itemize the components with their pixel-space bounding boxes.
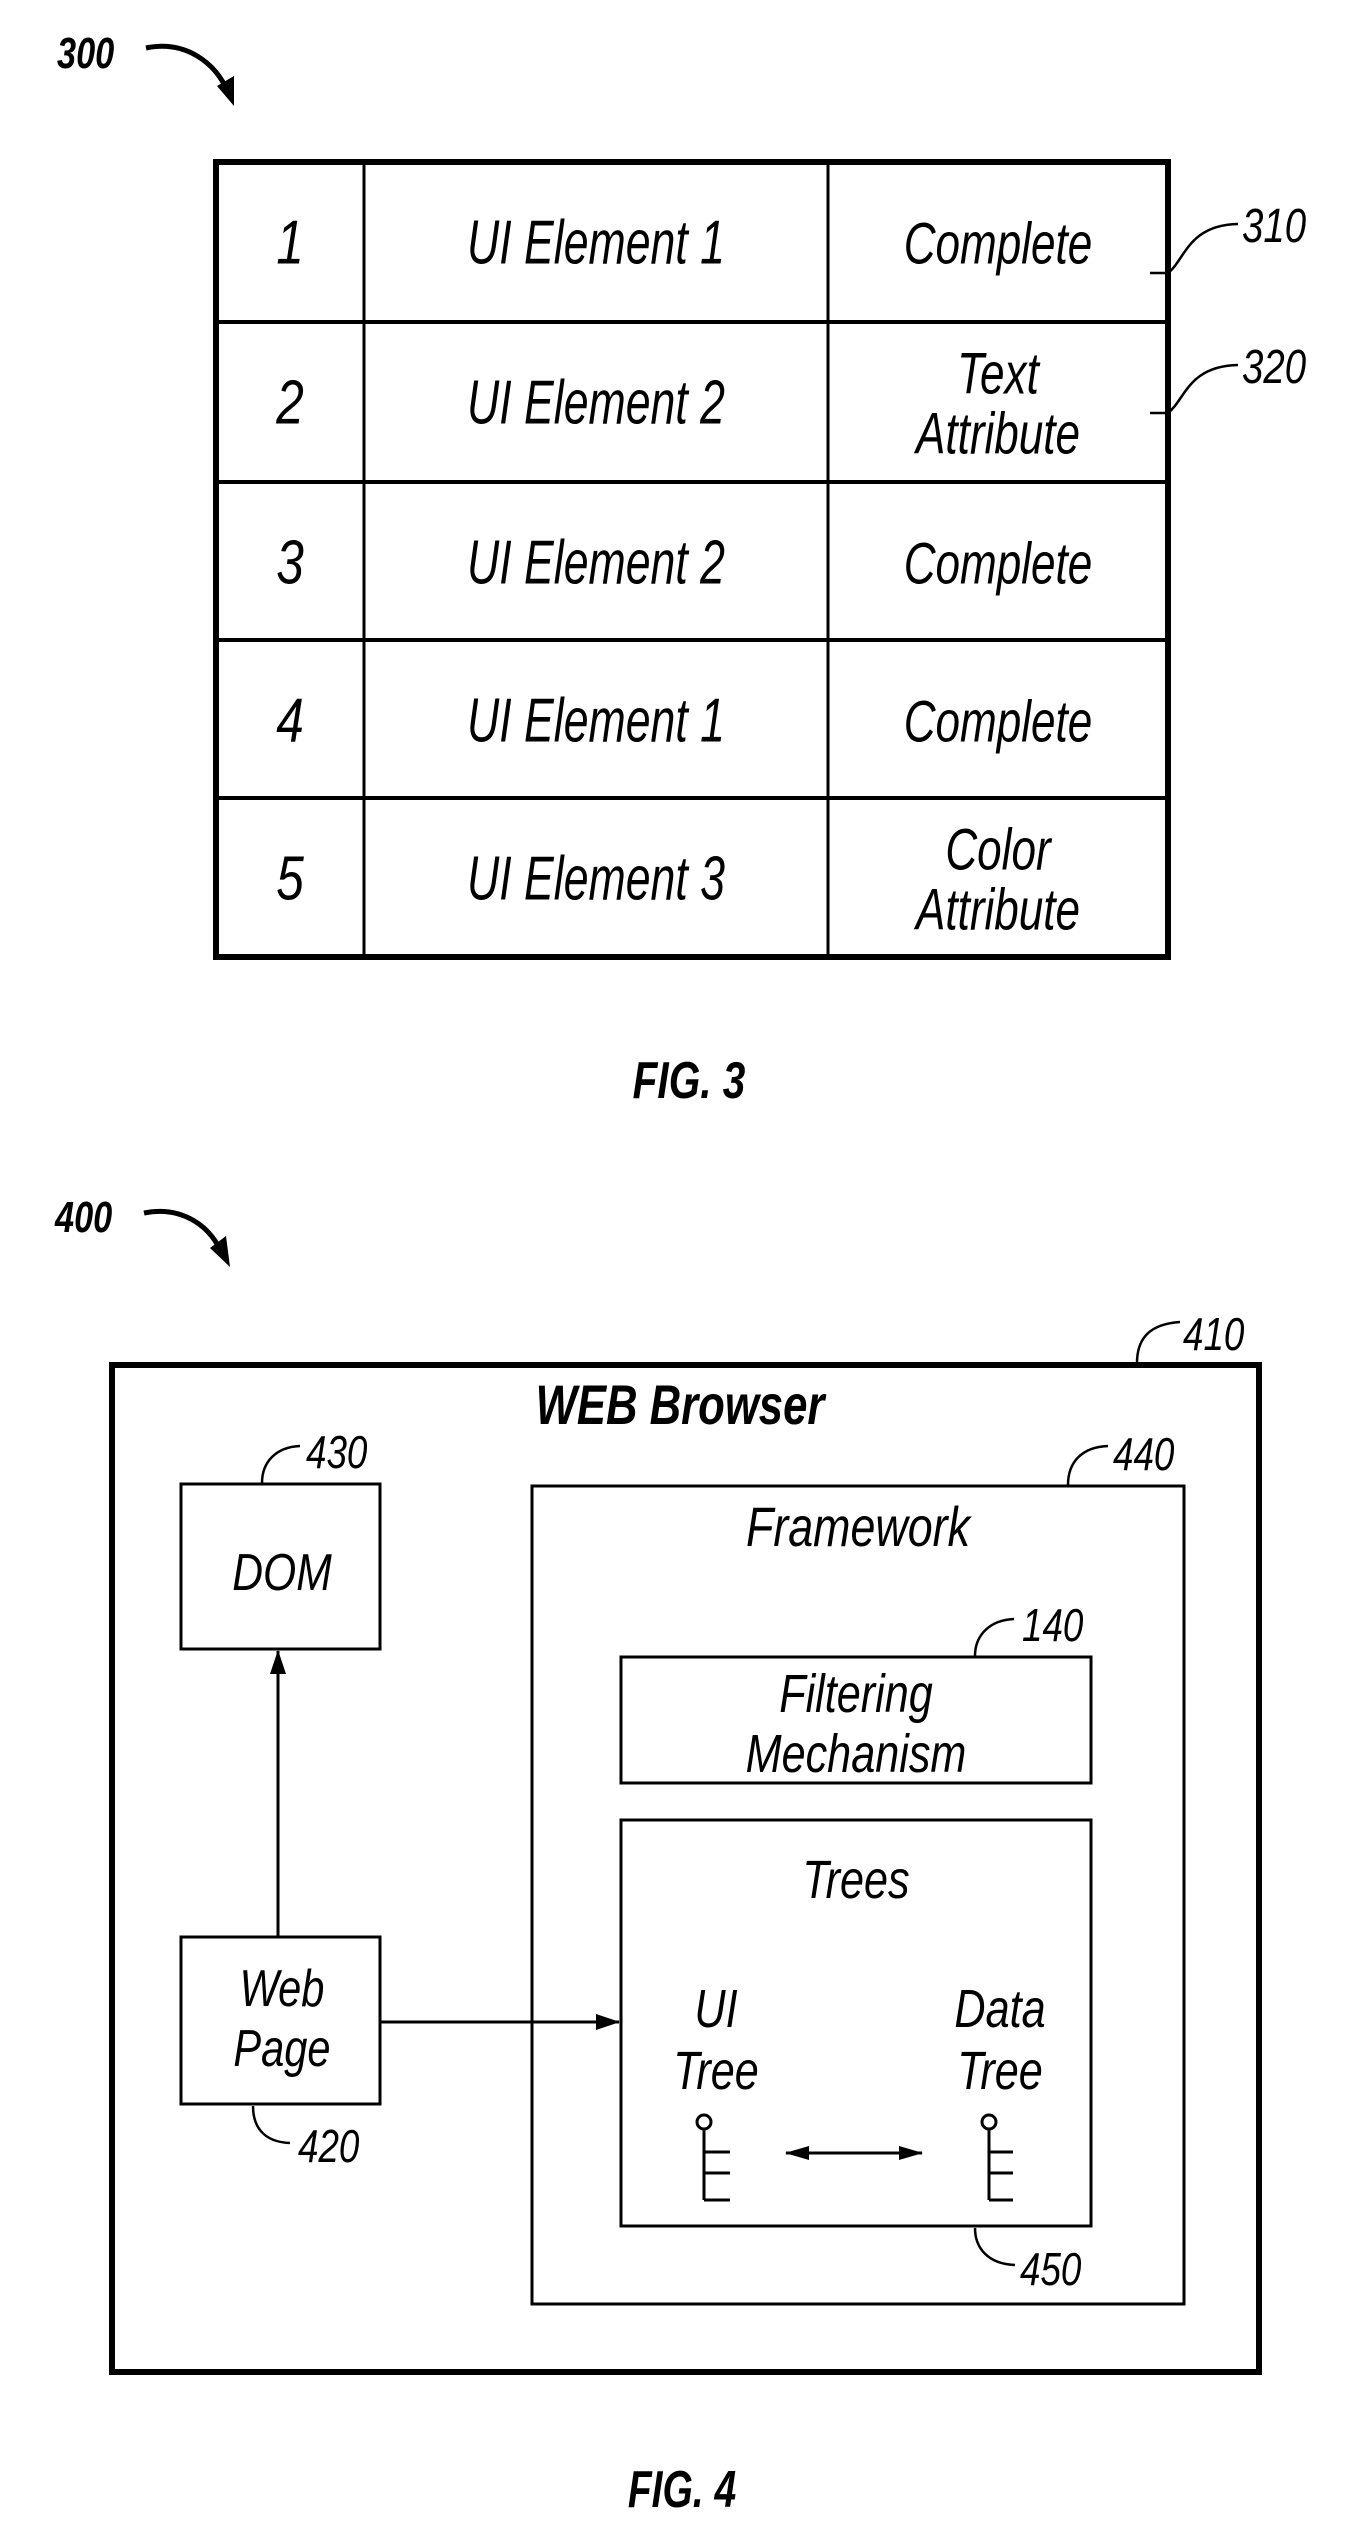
ui-element-cell: UI Element 1	[467, 686, 725, 755]
web-page-label-line2: Page	[233, 2019, 330, 2078]
ui-tree-label-line1: UI	[694, 1980, 738, 2040]
trees-label: Trees	[802, 1851, 909, 1911]
status-cell: Attribute	[913, 401, 1080, 466]
status-cell: Text	[957, 341, 1041, 406]
ui-tree-icon	[695, 2113, 730, 2202]
trees-box: Trees UI Tree Data Tree 450	[619, 1818, 1093, 2295]
ui-tree-label-line2: Tree	[673, 2042, 759, 2102]
figure-3-ref-arrow	[145, 43, 231, 94]
callout-leader-440	[1066, 1444, 1109, 1486]
web-browser-title: WEB Browser	[536, 1374, 827, 1436]
data-tree-label-line2: Tree	[957, 2042, 1043, 2102]
ui-element-cell: UI Element 2	[467, 368, 725, 437]
filtering-label-line2: Mechanism	[746, 1725, 967, 1785]
web-page-label-line1: Web	[240, 1959, 325, 2018]
status-cell: Complete	[904, 531, 1093, 596]
table-row: 3 UI Element 2 Complete	[276, 527, 1092, 597]
callout-label-440: 440	[1113, 1428, 1174, 1480]
callout-leader-430	[260, 1444, 301, 1484]
figure-4-caption: FIG. 4	[628, 2459, 736, 2518]
table-row: 1 UI Element 1 Complete	[276, 207, 1092, 277]
callout-label-430: 430	[306, 1426, 367, 1478]
row-index-cell: 1	[276, 207, 304, 277]
table-row: 4 UI Element 1 Complete	[276, 685, 1092, 755]
status-cell: Complete	[904, 211, 1093, 276]
callout-label-410: 410	[1183, 1308, 1244, 1360]
dom-label: DOM	[232, 1544, 332, 1602]
callout-label-320: 320	[1242, 341, 1306, 394]
figure-4-ref-arrow	[143, 1209, 225, 1256]
data-tree-icon	[980, 2113, 1013, 2202]
callout-leader-140	[973, 1617, 1015, 1657]
callout-label-140: 140	[1022, 1599, 1083, 1651]
status-cell: Color	[945, 817, 1052, 882]
row-index-cell: 3	[276, 527, 304, 597]
row-index-cell: 5	[276, 843, 304, 913]
patent-drawing-sheet: 300 1 UI Element 1 Complete 2 UI Element 2 Te…	[54, 29, 1306, 2518]
callout-leader-420	[251, 2105, 291, 2145]
framework-label: Framework	[746, 1495, 972, 1558]
callout-320: 320	[1150, 341, 1306, 415]
figure-3: 300 1 UI Element 1 Complete 2 UI Element 2 Te…	[57, 29, 1306, 1109]
callout-label-310: 310	[1242, 200, 1306, 253]
filtering-mechanism-box: Filtering Mechanism 140	[619, 1599, 1093, 1785]
figure-4: 400 WEB Browser 410 DOM 430 Web Page 420	[54, 1193, 1262, 2518]
figure-3-ref-label: 300	[57, 29, 114, 78]
figure-4-ref-label: 400	[54, 1193, 112, 1242]
ui-element-cell: UI Element 3	[467, 844, 725, 913]
row-index-cell: 2	[275, 367, 303, 437]
dom-box: DOM 430	[179, 1426, 382, 1651]
figure-3-caption: FIG. 3	[633, 1051, 746, 1109]
status-table: 1 UI Element 1 Complete2 UI Element 2 TextAt…	[213, 159, 1171, 960]
callout-label-420: 420	[298, 2120, 359, 2172]
status-cell: Complete	[904, 689, 1093, 754]
table-row: 5 UI Element 3 ColorAttribute	[276, 817, 1080, 942]
callout-label-450: 450	[1020, 2243, 1081, 2295]
callout-leader-450	[973, 2227, 1016, 2267]
ui-element-cell: UI Element 2	[467, 528, 725, 597]
filtering-label-line1: Filtering	[779, 1665, 933, 1725]
data-tree-label-line1: Data	[954, 1980, 1045, 2040]
ui-element-cell: UI Element 1	[467, 208, 725, 277]
callout-leader-410	[1135, 1320, 1181, 1364]
web-page-box: Web Page 420	[179, 1935, 382, 2172]
status-cell: Attribute	[913, 877, 1080, 942]
callout-310: 310	[1150, 200, 1306, 275]
web-browser-box: WEB Browser 410	[109, 1308, 1262, 2375]
row-index-cell: 4	[276, 685, 304, 755]
table-row: 2 UI Element 2 TextAttribute	[275, 341, 1080, 466]
